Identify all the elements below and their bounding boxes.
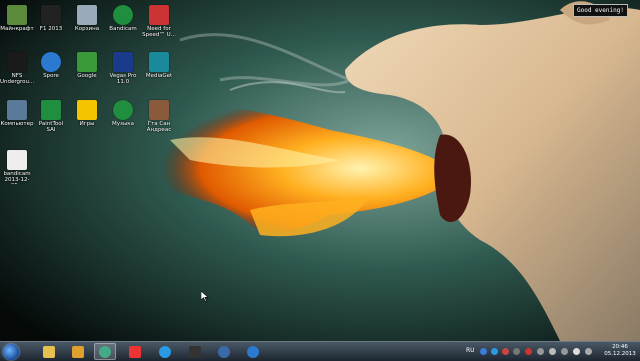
gta-icon bbox=[149, 100, 169, 120]
desktop-icon[interactable]: Корзина bbox=[70, 5, 104, 45]
desktop-icon[interactable]: Google bbox=[70, 52, 104, 92]
desktop-icon-label: Spore bbox=[43, 73, 59, 79]
f1-icon bbox=[41, 5, 61, 25]
network-icon[interactable] bbox=[549, 348, 556, 355]
taskbar-button[interactable] bbox=[124, 343, 146, 360]
recycle-bin-icon bbox=[77, 5, 97, 25]
vegas-icon bbox=[113, 52, 133, 72]
steam-icon bbox=[218, 345, 230, 358]
desktop-icon-label: Музыка bbox=[112, 121, 134, 127]
ie-icon bbox=[247, 345, 259, 358]
minecraft-icon bbox=[7, 5, 27, 25]
desktop-icon[interactable]: Музыка bbox=[106, 100, 140, 140]
explorer-icon bbox=[43, 345, 55, 358]
system-clock[interactable]: 20:46 05.12.2013 bbox=[603, 344, 637, 358]
media-player-icon bbox=[72, 345, 84, 358]
flag-icon[interactable] bbox=[537, 348, 544, 355]
skype-tray-icon[interactable] bbox=[491, 348, 498, 355]
desktop-icon[interactable]: Гта Сан Андреас bbox=[142, 100, 176, 140]
games-icon bbox=[77, 100, 97, 120]
desktop-icon[interactable]: PaintTool SAI bbox=[34, 100, 68, 140]
skype-icon bbox=[159, 345, 171, 358]
chrome-icon bbox=[99, 345, 111, 358]
desktop-icon-label: Корзина bbox=[74, 26, 100, 32]
taskbar-button[interactable] bbox=[184, 343, 206, 360]
yandex-icon bbox=[129, 345, 141, 358]
desktop-icon[interactable]: bandicam 2013-12-05... bbox=[0, 150, 34, 190]
taskbar-button[interactable] bbox=[242, 343, 264, 360]
volume-icon[interactable] bbox=[573, 348, 580, 355]
power-icon[interactable] bbox=[585, 348, 592, 355]
antivirus-icon[interactable] bbox=[525, 348, 532, 355]
mediaget-icon bbox=[149, 52, 169, 72]
desktop-icon[interactable]: Игры bbox=[70, 100, 104, 140]
desktop-icon-label: F1 2013 bbox=[39, 26, 63, 32]
language-indicator[interactable]: RU bbox=[466, 347, 475, 354]
desktop-icon-label: bandicam 2013-12-05... bbox=[3, 171, 31, 184]
computer-icon bbox=[7, 100, 27, 120]
desktop-icon[interactable]: Need for Speed™ U... bbox=[142, 5, 176, 45]
desktop-icon-label: Игры bbox=[79, 121, 95, 127]
nfs-underground-icon bbox=[7, 52, 27, 72]
clock-date: 05.12.2013 bbox=[604, 351, 636, 357]
spore-icon bbox=[41, 52, 61, 72]
desktop-icon-label: Vegas Pro 11.0 bbox=[109, 73, 137, 85]
desktop-icon[interactable]: Spore bbox=[34, 52, 68, 92]
greeting-tooltip: Good evening! bbox=[573, 4, 628, 17]
document-icon bbox=[7, 150, 27, 170]
mouse-cursor-icon bbox=[201, 291, 209, 302]
taskbar-button[interactable] bbox=[213, 343, 235, 360]
desktop-icon[interactable]: Vegas Pro 11.0 bbox=[106, 52, 140, 92]
desktop-icon-label: Гта Сан Андреас bbox=[146, 121, 172, 133]
start-button[interactable] bbox=[3, 344, 19, 360]
signal-icon[interactable] bbox=[561, 348, 568, 355]
bandicam-icon bbox=[113, 5, 133, 25]
desktop-icon-label: Need for Speed™ U... bbox=[142, 26, 176, 38]
desktop-icon[interactable]: Майнкрафт bbox=[0, 5, 34, 45]
taskbar-button[interactable] bbox=[67, 343, 89, 360]
desktop-icon[interactable]: Компьютер bbox=[0, 100, 34, 140]
desktop-icon-label: MediaGet bbox=[145, 73, 173, 79]
desktop-icon[interactable]: MediaGet bbox=[142, 52, 176, 92]
desktop-icon[interactable]: Bandicam bbox=[106, 5, 140, 45]
painttool-icon bbox=[41, 100, 61, 120]
taskbar: RU 20:46 05.12.2013 bbox=[0, 341, 640, 361]
desktop-icon[interactable]: NFS Undergrou... bbox=[0, 52, 34, 92]
taskbar-button[interactable] bbox=[154, 343, 176, 360]
desktop-icon-label: Майнкрафт bbox=[0, 26, 34, 32]
desktop-icon-label: Google bbox=[77, 73, 97, 79]
bandicam-tray-icon[interactable] bbox=[502, 348, 509, 355]
desktop-icon-label: PaintTool SAI bbox=[38, 121, 64, 133]
music-icon bbox=[113, 100, 133, 120]
desktop-icon-label: Компьютер bbox=[0, 121, 34, 127]
taskbar-button[interactable] bbox=[94, 343, 116, 360]
desktop-icon[interactable]: F1 2013 bbox=[34, 5, 68, 45]
desktop-icon-label: NFS Undergrou... bbox=[0, 73, 34, 85]
terminal-icon bbox=[189, 345, 201, 358]
clock-time: 20:46 bbox=[612, 344, 628, 350]
taskbar-button[interactable] bbox=[38, 343, 60, 360]
google-icon bbox=[77, 52, 97, 72]
desktop-icon-label: Bandicam bbox=[109, 26, 137, 32]
tray-arrow-icon[interactable] bbox=[513, 348, 520, 355]
help-icon[interactable] bbox=[480, 348, 487, 355]
nfs-icon bbox=[149, 5, 169, 25]
